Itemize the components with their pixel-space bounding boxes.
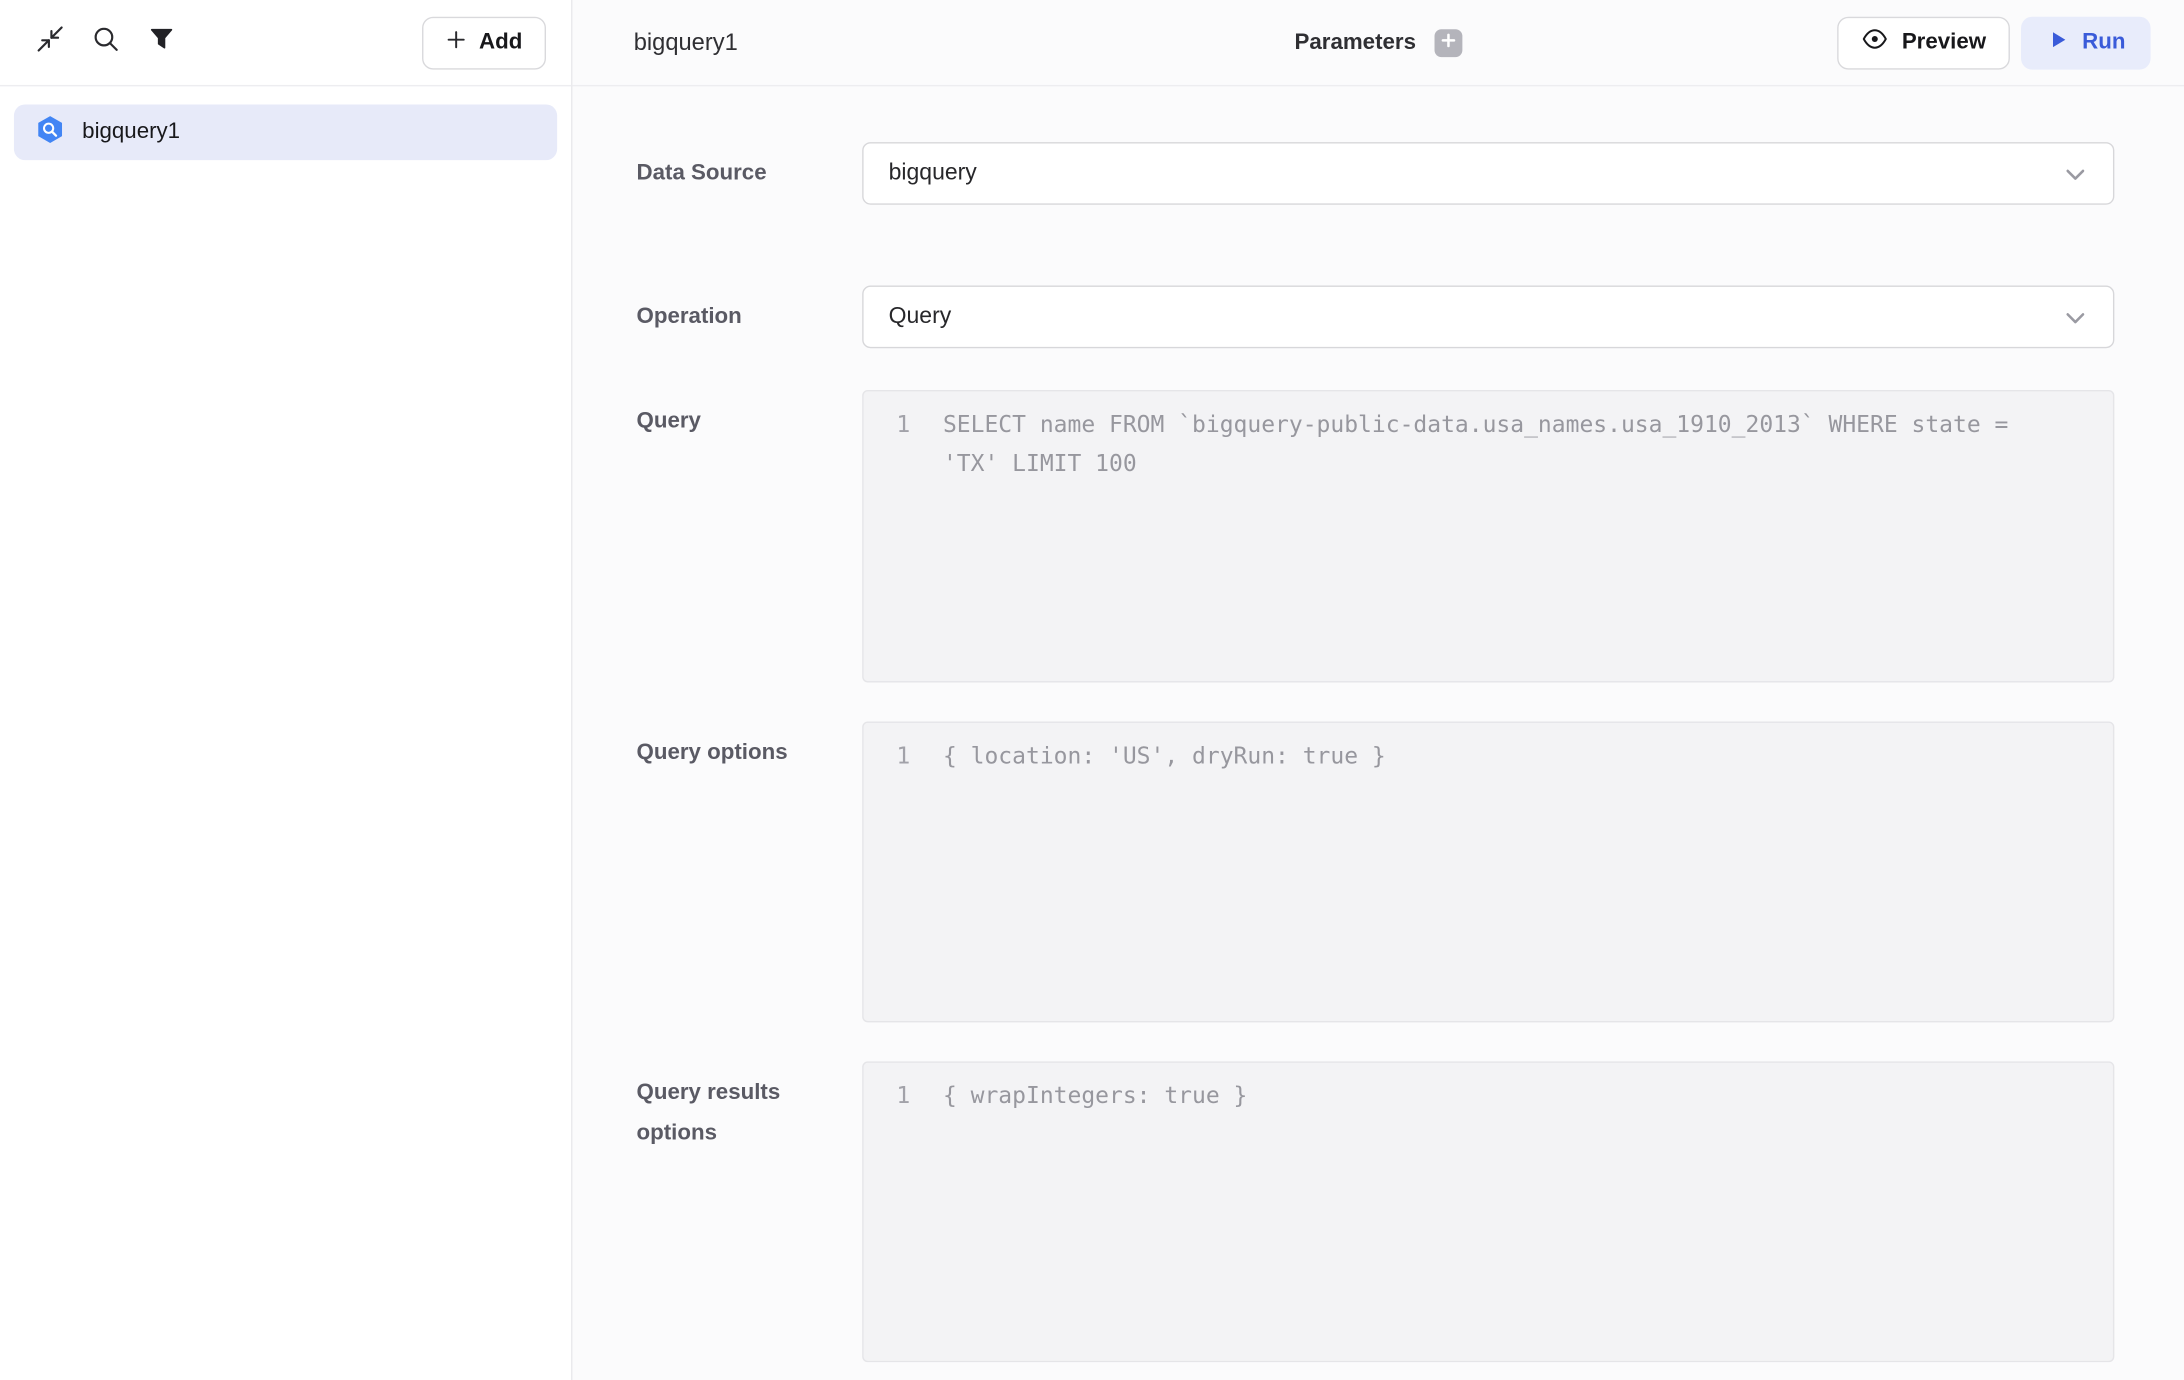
query-options-label: Query options: [637, 721, 863, 1022]
collapse-panel-button[interactable]: [28, 20, 73, 65]
data-source-label: Data Source: [637, 153, 863, 193]
search-button[interactable]: [84, 20, 129, 65]
query-editor-panel: bigquery1 Parameters: [572, 0, 2184, 1380]
query-form: Data Source bigquery Operation Query: [572, 86, 2184, 1362]
operation-select[interactable]: Query: [862, 286, 2114, 349]
chevron-down-icon: [2060, 302, 2091, 333]
query-results-options-editor[interactable]: 1 { wrapIntegers: true }: [862, 1061, 2114, 1362]
header-actions: Preview Run: [1838, 16, 2151, 69]
filter-icon: [148, 25, 176, 60]
parameters-section: Parameters: [1295, 29, 1462, 57]
add-button-label: Add: [479, 30, 522, 55]
play-icon: [2046, 27, 2070, 58]
plus-icon: [1440, 30, 1457, 55]
run-button-label: Run: [2082, 30, 2125, 55]
run-button[interactable]: Run: [2021, 16, 2151, 69]
operation-row: Operation Query: [637, 286, 2115, 349]
query-list-item-bigquery1[interactable]: bigquery1: [14, 104, 557, 160]
data-source-row: Data Source bigquery: [637, 142, 2115, 205]
line-number: 1: [864, 1077, 943, 1116]
query-sidebar: Add bigquery1: [0, 0, 572, 1380]
preview-button-label: Preview: [1902, 30, 1986, 55]
add-parameter-button[interactable]: [1434, 29, 1462, 57]
bigquery-icon: [35, 114, 66, 152]
parameters-label: Parameters: [1295, 30, 1416, 55]
plus-icon: [446, 29, 467, 57]
query-code-editor[interactable]: 1 SELECT name FROM `bigquery-public-data…: [862, 390, 2114, 682]
query-placeholder-text: SELECT name FROM `bigquery-public-data.u…: [943, 405, 2113, 483]
filter-button[interactable]: [139, 20, 184, 65]
query-options-editor[interactable]: 1 { location: 'US', dryRun: true }: [862, 721, 2114, 1022]
operation-label: Operation: [637, 297, 863, 337]
add-query-button[interactable]: Add: [422, 16, 546, 69]
query-title: bigquery1: [634, 29, 738, 57]
search-icon: [91, 24, 122, 62]
collapse-icon: [35, 24, 66, 62]
line-number: 1: [864, 737, 943, 776]
query-results-options-row: Query results options 1 { wrapIntegers: …: [637, 1061, 2115, 1362]
query-results-options-label: Query results options: [637, 1061, 863, 1362]
sidebar-toolbar: Add: [0, 0, 571, 86]
eye-icon: [1861, 25, 1889, 60]
line-number: 1: [864, 405, 943, 444]
query-editor-header: bigquery1 Parameters: [572, 0, 2184, 86]
app-window: Add bigquery1 bigquery1 Parameters: [0, 0, 2184, 1380]
data-source-select[interactable]: bigquery: [862, 142, 2114, 205]
data-source-value: bigquery: [889, 160, 977, 186]
query-results-options-placeholder-text: { wrapIntegers: true }: [943, 1077, 2113, 1116]
chevron-down-icon: [2060, 158, 2091, 189]
query-label: Query: [637, 390, 863, 682]
operation-value: Query: [889, 304, 952, 330]
query-list: bigquery1: [0, 86, 571, 178]
query-options-placeholder-text: { location: 'US', dryRun: true }: [943, 737, 2113, 776]
query-item-label: bigquery1: [82, 120, 180, 145]
query-row: Query 1 SELECT name FROM `bigquery-publi…: [637, 390, 2115, 682]
preview-button[interactable]: Preview: [1838, 16, 2010, 69]
query-options-row: Query options 1 { location: 'US', dryRun…: [637, 721, 2115, 1022]
